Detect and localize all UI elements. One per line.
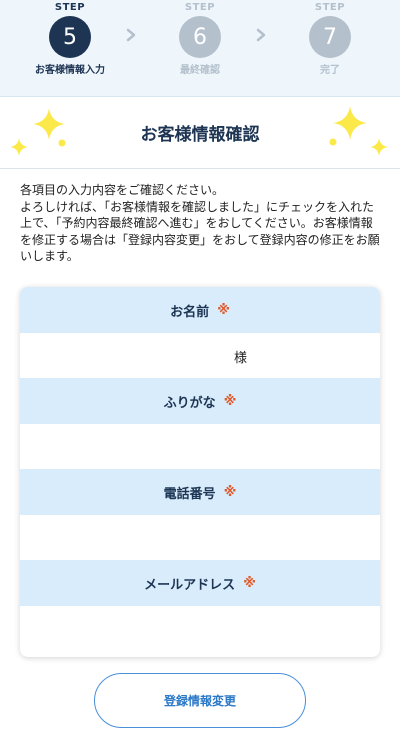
- chevron-right-icon: [256, 28, 266, 42]
- field-label: 電話番号: [163, 486, 216, 502]
- step-label: STEP: [54, 2, 86, 13]
- field-label: お名前: [170, 304, 210, 320]
- step-label: STEP: [314, 2, 346, 13]
- customer-info-card: お名前 ※ 様 ふりがな ※ 電話番号 ※ メールアドレス ※: [20, 287, 380, 657]
- step-6: STEP 6 最終確認: [145, 2, 255, 78]
- step-number-circle: 5: [49, 16, 91, 58]
- step-number-circle: 6: [179, 16, 221, 58]
- step-number-circle: 7: [309, 16, 351, 58]
- name-field-header: お名前 ※: [20, 287, 380, 333]
- page-title-banner: お客様情報確認: [0, 98, 400, 169]
- step-7: STEP 7 完了: [275, 2, 385, 78]
- step-name: 完了: [320, 65, 340, 76]
- chevron-right-icon: [126, 28, 136, 42]
- required-mark: ※: [243, 575, 256, 591]
- phone-field-header: 電話番号 ※: [20, 469, 380, 515]
- honorific-suffix: 様: [234, 351, 248, 366]
- phone-field-value: [20, 515, 380, 560]
- email-field-value: [20, 606, 380, 651]
- required-mark: ※: [223, 393, 237, 409]
- step-name: 最終確認: [180, 65, 220, 76]
- instruction-paragraph: 各項目の入力内容をご確認ください。 よろしければ、「お客様情報を確認しました」に…: [20, 183, 380, 263]
- step-label: STEP: [184, 2, 216, 13]
- required-mark: ※: [217, 302, 230, 318]
- field-label: ふりがな: [163, 395, 216, 411]
- name-field-value: 様: [20, 333, 380, 378]
- furigana-field-header: ふりがな ※: [20, 378, 380, 424]
- edit-registration-button[interactable]: 登録情報変更: [94, 673, 306, 728]
- step-progress-bar: STEP 5 お客様情報入力 STEP 6 最終確認 STEP 7 完了: [0, 0, 400, 97]
- required-mark: ※: [223, 484, 237, 500]
- instruction-text: 各項目の入力内容をご確認ください。 よろしければ、「お客様情報を確認しました」に…: [20, 182, 380, 265]
- field-label: メールアドレス: [144, 577, 236, 593]
- furigana-field-value: [20, 424, 380, 469]
- page-title: お客様情報確認: [140, 125, 260, 145]
- step-5: STEP 5 お客様情報入力: [15, 2, 125, 78]
- email-field-header: メールアドレス ※: [20, 560, 380, 606]
- step-name: お客様情報入力: [35, 65, 105, 76]
